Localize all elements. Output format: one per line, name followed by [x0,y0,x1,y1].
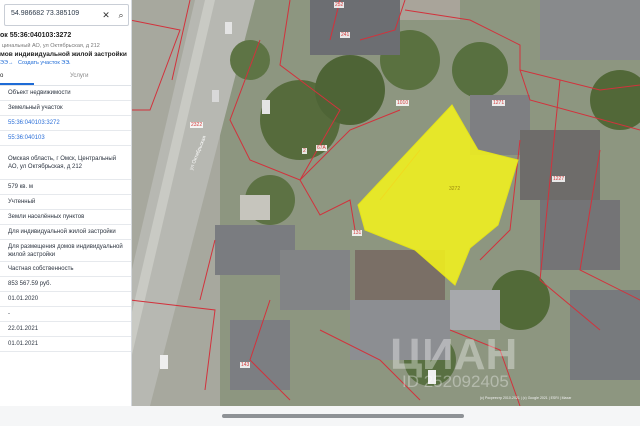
info-row: Для индивидуальной жилой застройки [0,225,131,240]
info-row: Земли населённых пунктов [0,210,131,225]
info-row: Объект недвижимости [0,86,131,101]
map-label-1227: 1227 [552,176,566,182]
info-row: 01.01.2021 [0,337,131,352]
arrow-icon: → [66,60,72,66]
map-label-67a: 67А [316,145,327,151]
link-create-plot[interactable]: Создать участок ЭЭ [18,60,69,66]
info-row: 579 кв. м [0,180,131,195]
close-icon[interactable]: ✕ [100,9,112,21]
watermark-id: ID 252092405 [402,372,509,391]
info-row: 01.01.2020 [0,292,131,307]
map-label-252: 252 [334,2,345,8]
info-row: Для размещения домов индивидуальной жило… [0,240,131,262]
scrollbar-thumb[interactable] [222,414,464,418]
plot-type: мов индивидуальной жилой застройки [0,51,127,58]
info-panel: 54.986682 73.385109 ✕ ⌕ ок 55:36:040103:… [0,0,132,406]
tab-indicator [0,83,34,85]
info-row: - [0,307,131,322]
panel-tabs: о Услуги [0,71,131,86]
horizontal-scrollbar[interactable] [0,406,640,426]
info-rows: Объект недвижимости Земельный участок 55:3… [0,86,131,352]
search-box[interactable]: 54.986682 73.385109 ✕ ⌕ [4,4,129,26]
map-label-1271: 1271 [492,100,506,106]
plot-title: ок 55:36:040103:3272 [0,32,72,39]
arrow-icon: → [8,60,14,66]
info-row: 853 567.59 руб. [0,277,131,292]
info-row: Частная собственность [0,262,131,277]
info-row[interactable]: 55:36:040103:3272 [0,116,131,131]
info-row: Омская область, г Омск, Центральный АО, … [0,146,131,180]
map-label-3272: 3272 [449,186,461,192]
link-ee[interactable]: ЭЭ [0,60,8,66]
map-label-143: 143 [240,362,251,368]
info-row: Учтенный [0,195,131,210]
map-label-131: 131 [352,230,363,236]
plot-address-sub: цинальный АО, ул Октябрьская, д 212 [2,43,100,49]
map-label-1010: 1010 [396,100,410,106]
map-label-2: 2 [302,148,307,154]
map-label-2322: 2322 [190,122,204,128]
tab-info[interactable]: о [0,73,3,79]
tab-services[interactable]: Услуги [70,73,88,79]
search-icon[interactable]: ⌕ [115,9,127,21]
info-row: Земельный участок [0,101,131,116]
search-input[interactable]: 54.986682 73.385109 [11,10,79,17]
info-row[interactable]: 55:36:040103 [0,131,131,146]
map-label-241: 241 [340,32,351,38]
info-row: 22.01.2021 [0,322,131,337]
map-copyright: (с) Росреестр 2010-2021 | (с) Google 202… [480,396,572,400]
